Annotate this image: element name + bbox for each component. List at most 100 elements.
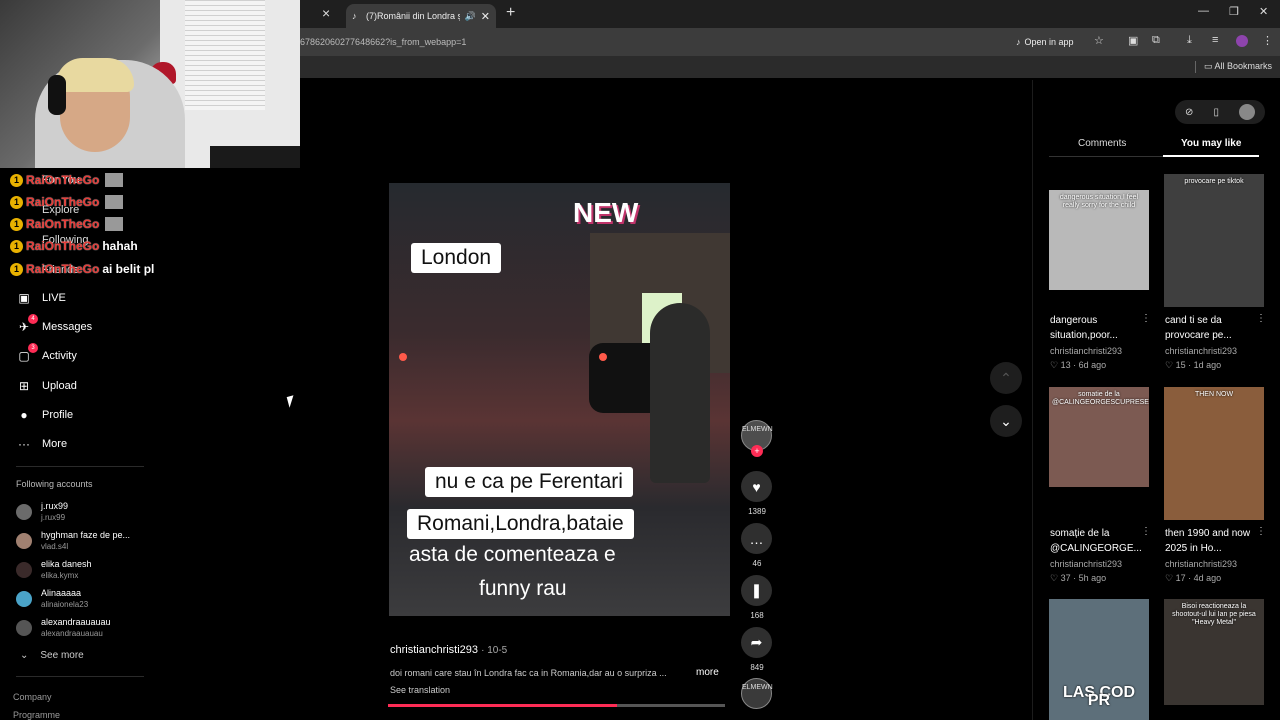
kebab-menu-icon[interactable]: ⋮ xyxy=(1262,34,1273,47)
nav-more[interactable]: ··· More xyxy=(16,434,67,454)
card-author[interactable]: christianchristi293 xyxy=(1050,346,1122,356)
nav-activity[interactable]: ▢ 3 Activity xyxy=(16,343,77,366)
panel-toolbar: ⊘ ▯ xyxy=(1175,100,1265,124)
address-bar: 67862060277648662?is_from_webapp=1 ♪ Ope… xyxy=(300,28,1280,56)
extension-icon[interactable]: ▣ xyxy=(1128,34,1138,47)
video-scene-person xyxy=(650,303,710,483)
new-tab-icon[interactable]: + xyxy=(506,4,515,22)
all-bookmarks-button[interactable]: ▭ All Bookmarks xyxy=(1204,61,1272,72)
share-button[interactable]: ➦ xyxy=(741,627,772,658)
url-field[interactable]: 67862060277648662?is_from_webapp=1 xyxy=(300,37,466,47)
music-disc[interactable]: ELMEWN xyxy=(741,678,773,709)
card-title[interactable]: cand ti se da provocare pe... xyxy=(1165,313,1257,343)
restore-icon[interactable]: ❐ xyxy=(1229,5,1239,18)
account-item[interactable]: hyghman faze de pe... vlad.s4l xyxy=(16,530,130,552)
card-author[interactable]: christianchristi293 xyxy=(1050,559,1122,569)
nav-label: More xyxy=(42,438,68,450)
card-age: 6d ago xyxy=(1078,360,1107,370)
comment-icon: … xyxy=(749,530,764,547)
video-thumbnail[interactable]: Bisoi reactioneaza la shootout-ul lui Ia… xyxy=(1164,599,1264,705)
video-thumbnail[interactable]: THEN NOW xyxy=(1164,387,1264,520)
window-close-icon[interactable]: ✕ xyxy=(1259,5,1268,18)
open-in-app-button[interactable]: ♪ Open in app xyxy=(1012,34,1078,50)
media-icon[interactable]: ≡ xyxy=(1212,34,1218,46)
tab-title: (7)Românii din Londra și vi... xyxy=(366,11,460,21)
account-item[interactable]: elika danesh elika.kymx xyxy=(16,559,92,581)
profile-icon: ● xyxy=(20,408,28,422)
account-item[interactable]: j.rux99 j.rux99 xyxy=(16,501,68,523)
webcam-headset xyxy=(48,75,66,115)
avatar xyxy=(16,620,32,636)
video-author[interactable]: christianchristi293 · 10-5 xyxy=(390,644,507,656)
like-count: 1389 xyxy=(748,507,766,516)
account-item[interactable]: alexandraauauau alexandraauauau xyxy=(16,617,111,639)
chat-username: RaiOnTheGo xyxy=(26,262,100,276)
video-scene-light xyxy=(399,353,407,361)
webcam-person-hair xyxy=(56,58,134,92)
minimize-icon[interactable]: — xyxy=(1198,5,1209,17)
video-thumbnail[interactable]: LAS COD PR xyxy=(1049,599,1149,720)
subscriber-badge: 1 xyxy=(10,239,23,253)
video-thumbnail[interactable]: dangerous situation,I feel really sorry … xyxy=(1049,190,1149,290)
see-more-label: See more xyxy=(40,650,84,661)
tab-comments[interactable]: Comments xyxy=(1078,138,1126,149)
card-title[interactable]: somație de la @CALINGEORGE... xyxy=(1050,526,1142,556)
kebab-menu-icon[interactable]: ⋮ xyxy=(1256,313,1266,324)
chat-text: hahah xyxy=(102,239,138,253)
card-title[interactable]: dangerous situation,poor... xyxy=(1050,313,1142,343)
card-author[interactable]: christianchristi293 xyxy=(1165,346,1237,356)
video-player[interactable]: NEW London nu e ca pe Ferentari Romani,L… xyxy=(389,183,730,616)
post-date: · 10-5 xyxy=(481,645,508,656)
card-likes: ♡ 17 xyxy=(1165,573,1186,583)
kebab-menu-icon[interactable]: ⋮ xyxy=(1141,313,1151,324)
compass-icon[interactable]: ⊘ xyxy=(1185,107,1193,118)
card-age: 4d ago xyxy=(1193,573,1222,583)
see-translation-link[interactable]: See translation xyxy=(390,685,450,695)
video-progress-bar[interactable] xyxy=(388,704,725,707)
video-thumbnail[interactable]: provocare pe tiktok xyxy=(1164,174,1264,307)
footer-company-link[interactable]: Company xyxy=(13,692,52,702)
follow-plus-icon[interactable]: + xyxy=(751,445,763,457)
webcam-overlay xyxy=(0,0,300,168)
chat-message: 1 RaiOnTheGo hahah xyxy=(10,239,138,253)
nav-profile[interactable]: ● Profile xyxy=(16,405,73,425)
puzzle-icon[interactable]: ⧉ xyxy=(1152,34,1160,47)
card-meta: ♡ 37 · 5h ago xyxy=(1050,573,1107,583)
speaker-icon[interactable]: 🔊 xyxy=(465,11,476,22)
kebab-menu-icon[interactable]: ⋮ xyxy=(1256,526,1266,537)
tab-you-may-like[interactable]: You may like xyxy=(1181,138,1241,149)
star-icon[interactable]: ☆ xyxy=(1094,34,1104,47)
chevron-up-icon: ⌃ xyxy=(1000,369,1012,386)
browser-tab-active[interactable]: ♪ (7)Românii din Londra și vi... 🔊 ✕ xyxy=(346,4,496,28)
nav-live[interactable]: ▣ LIVE xyxy=(16,288,66,308)
webcam-desk xyxy=(210,146,300,168)
tab-close-icon[interactable]: ✕ xyxy=(481,10,490,23)
phone-icon[interactable]: ▯ xyxy=(1213,107,1219,118)
video-thumbnail[interactable]: somatie de la @CALINGEORGESCUPRESEDINTE xyxy=(1049,387,1149,487)
open-in-app-label: Open in app xyxy=(1024,37,1074,47)
footer-programme-link[interactable]: Programme xyxy=(13,710,60,720)
card-title[interactable]: then 1990 and now 2025 in Ho... xyxy=(1165,526,1257,556)
nav-upload[interactable]: ⊞ Upload xyxy=(16,376,77,396)
see-more-button[interactable]: ⌄ See more xyxy=(20,650,84,661)
video-caption-line: funny rau xyxy=(479,577,567,600)
next-video-button[interactable]: ⌄ xyxy=(990,405,1022,437)
profile-avatar[interactable] xyxy=(1236,35,1248,47)
chat-username: RaiOnTheGo xyxy=(26,217,100,231)
kebab-menu-icon[interactable]: ⋮ xyxy=(1141,526,1151,537)
more-link[interactable]: more xyxy=(696,667,719,678)
new-sticker: NEW xyxy=(573,197,639,228)
save-button[interactable]: ❚ xyxy=(741,575,772,606)
comment-button[interactable]: … xyxy=(741,523,772,554)
card-author[interactable]: christianchristi293 xyxy=(1165,559,1237,569)
nav-messages[interactable]: ✈ 4 Messages xyxy=(16,314,92,337)
avatar[interactable] xyxy=(1238,104,1255,120)
previous-video-button[interactable]: ⌃ xyxy=(990,362,1022,394)
thumbnail-text: Bisoi reactioneaza la shootout-ul lui Ia… xyxy=(1172,603,1256,626)
account-item[interactable]: Alinaaaaa alinaionela23 xyxy=(16,588,88,610)
nav-label: LIVE xyxy=(42,292,66,304)
chevron-down-icon: ⌄ xyxy=(1000,412,1012,429)
close-icon[interactable]: × xyxy=(322,5,330,21)
like-button[interactable]: ♥ xyxy=(741,471,772,502)
download-icon[interactable]: ⤓ xyxy=(1187,34,1192,47)
